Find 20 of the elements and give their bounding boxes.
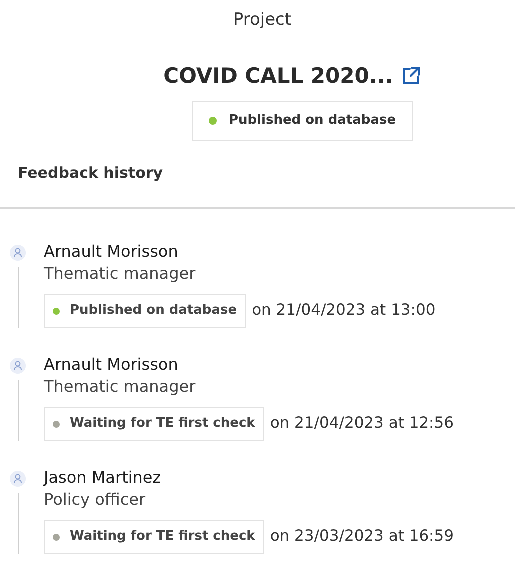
user-name: Jason Martinez [44, 467, 162, 489]
user-name: Arnault Morisson [44, 354, 180, 376]
user-role: Thematic manager [44, 263, 197, 285]
user-avatar-icon [10, 358, 26, 374]
project-title: COVID CALL 2020... [164, 63, 394, 90]
status-text: Published on database [70, 302, 238, 320]
status-text: Waiting for TE first check [70, 528, 256, 546]
user-avatar-icon [10, 471, 26, 487]
section-heading: Feedback history [18, 163, 164, 184]
user-role: Thematic manager [44, 376, 197, 398]
status-text: Waiting for TE first check [70, 415, 256, 434]
external-link-icon[interactable] [401, 66, 422, 86]
user-role: Policy officer [44, 489, 147, 511]
user-name: Arnault Morisson [44, 241, 180, 263]
status-date: on 23/03/2023 at 16:59 [270, 526, 454, 548]
status-text: Published on database [228, 112, 396, 130]
page-label: Project [233, 9, 292, 32]
user-avatar-icon [10, 245, 26, 261]
status-date: on 21/04/2023 at 12:56 [270, 413, 454, 434]
status-date: on 21/04/2023 at 13:00 [252, 300, 436, 322]
